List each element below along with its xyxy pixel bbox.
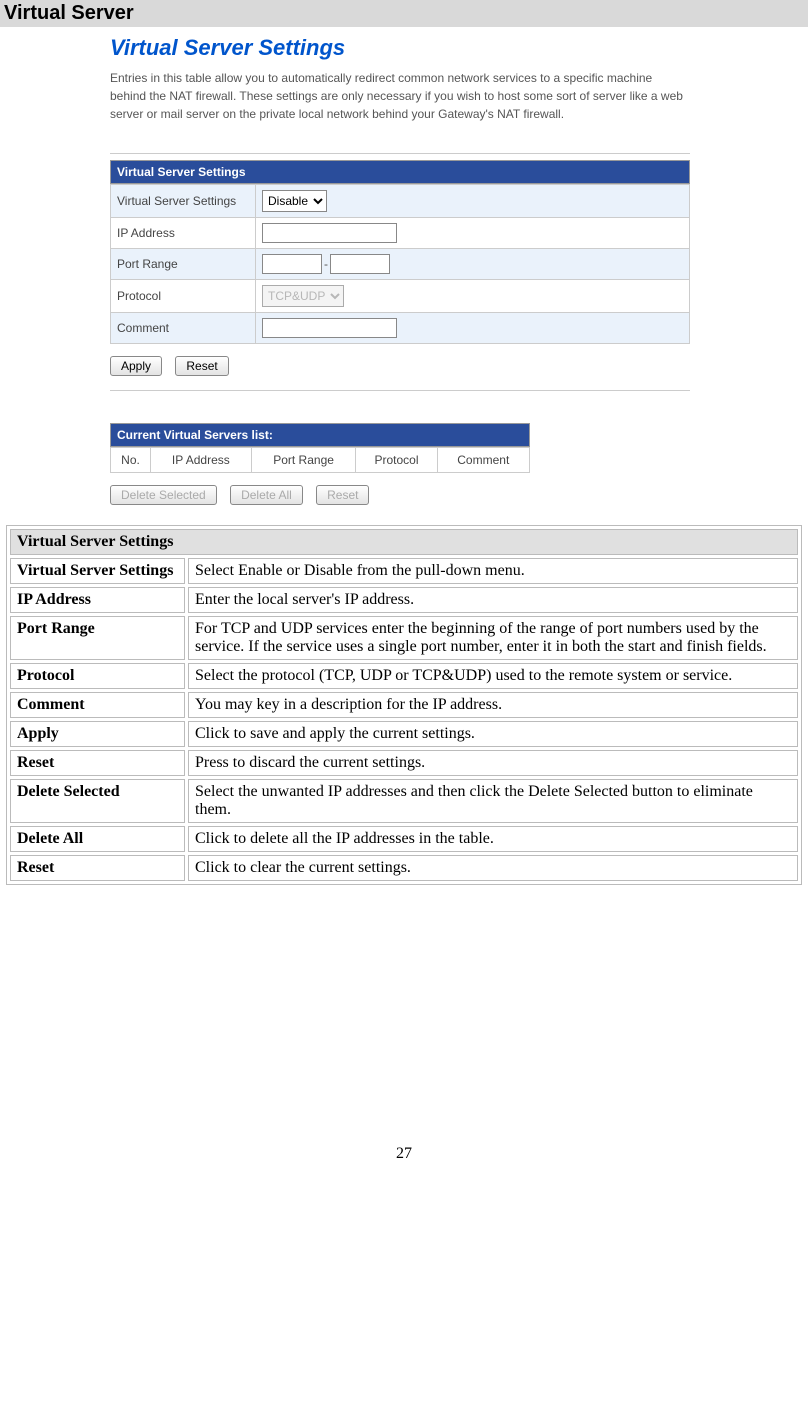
row-ip: IP Address xyxy=(111,218,690,249)
delete-selected-button[interactable]: Delete Selected xyxy=(110,485,217,505)
row-comment: Comment xyxy=(111,313,690,344)
label-comment: Comment xyxy=(111,313,256,344)
row-vss: Virtual Server Settings Disable xyxy=(111,185,690,218)
router-page-description: Entries in this table allow you to autom… xyxy=(110,69,690,123)
definition-desc: Enter the local server's IP address. xyxy=(188,587,798,613)
col-port: Port Range xyxy=(251,448,356,473)
definition-term: Virtual Server Settings xyxy=(10,558,185,584)
definition-term: Delete Selected xyxy=(10,779,185,823)
cell-port-value: - xyxy=(256,249,690,280)
label-port: Port Range xyxy=(111,249,256,280)
definition-desc: Click to save and apply the current sett… xyxy=(188,721,798,747)
row-proto: Protocol TCP&UDP xyxy=(111,280,690,313)
definition-term: Apply xyxy=(10,721,185,747)
col-proto: Protocol xyxy=(356,448,437,473)
definitions-table-wrapper: Virtual Server Settings Virtual Server S… xyxy=(0,525,808,885)
virtual-server-select[interactable]: Disable xyxy=(262,190,327,212)
list-header-row: No. IP Address Port Range Protocol Comme… xyxy=(111,448,530,473)
settings-button-row: Apply Reset xyxy=(110,356,690,376)
protocol-select[interactable]: TCP&UDP xyxy=(262,285,344,307)
port-start-input[interactable] xyxy=(262,254,322,274)
comment-input[interactable] xyxy=(262,318,397,338)
label-proto: Protocol xyxy=(111,280,256,313)
definition-desc: Press to discard the current settings. xyxy=(188,750,798,776)
label-ip: IP Address xyxy=(111,218,256,249)
definitions-row: ProtocolSelect the protocol (TCP, UDP or… xyxy=(10,663,798,689)
list-button-row: Delete Selected Delete All Reset xyxy=(110,485,690,505)
page-heading: Virtual Server xyxy=(0,0,808,27)
definition-desc: For TCP and UDP services enter the begin… xyxy=(188,616,798,660)
definition-desc: You may key in a description for the IP … xyxy=(188,692,798,718)
definitions-row: ResetClick to clear the current settings… xyxy=(10,855,798,881)
definition-desc: Click to delete all the IP addresses in … xyxy=(188,826,798,852)
definition-term: Reset xyxy=(10,855,185,881)
reset-button[interactable]: Reset xyxy=(175,356,228,376)
ip-address-input[interactable] xyxy=(262,223,397,243)
cell-proto-value: TCP&UDP xyxy=(256,280,690,313)
col-ip: IP Address xyxy=(151,448,252,473)
definitions-row: Delete AllClick to delete all the IP add… xyxy=(10,826,798,852)
settings-section-header: Virtual Server Settings xyxy=(110,160,690,184)
definition-term: Port Range xyxy=(10,616,185,660)
list-section-header: Current Virtual Servers list: xyxy=(110,423,530,447)
delete-all-button[interactable]: Delete All xyxy=(230,485,303,505)
divider xyxy=(110,153,690,154)
label-vss: Virtual Server Settings xyxy=(111,185,256,218)
definition-term: Protocol xyxy=(10,663,185,689)
page-number: 27 xyxy=(0,1145,808,1173)
col-comment: Comment xyxy=(437,448,529,473)
definitions-row: Delete SelectedSelect the unwanted IP ad… xyxy=(10,779,798,823)
port-dash: - xyxy=(324,257,328,271)
definition-desc: Select Enable or Disable from the pull-d… xyxy=(188,558,798,584)
definition-term: Delete All xyxy=(10,826,185,852)
definition-term: IP Address xyxy=(10,587,185,613)
definitions-row: CommentYou may key in a description for … xyxy=(10,692,798,718)
definition-term: Reset xyxy=(10,750,185,776)
definitions-row: ApplyClick to save and apply the current… xyxy=(10,721,798,747)
definitions-header-row: Virtual Server Settings xyxy=(10,529,798,555)
row-port: Port Range - xyxy=(111,249,690,280)
divider xyxy=(110,390,690,391)
definition-desc: Select the protocol (TCP, UDP or TCP&UDP… xyxy=(188,663,798,689)
cell-comment-value xyxy=(256,313,690,344)
definitions-header: Virtual Server Settings xyxy=(10,529,798,555)
apply-button[interactable]: Apply xyxy=(110,356,162,376)
definitions-row: Port RangeFor TCP and UDP services enter… xyxy=(10,616,798,660)
virtual-servers-list-table: No. IP Address Port Range Protocol Comme… xyxy=(110,447,530,473)
cell-ip-value xyxy=(256,218,690,249)
definition-term: Comment xyxy=(10,692,185,718)
definitions-row: IP AddressEnter the local server's IP ad… xyxy=(10,587,798,613)
settings-form-table: Virtual Server Settings Disable IP Addre… xyxy=(110,184,690,344)
cell-vss-value: Disable xyxy=(256,185,690,218)
col-no: No. xyxy=(111,448,151,473)
router-page-title: Virtual Server Settings xyxy=(110,35,690,61)
definitions-table: Virtual Server Settings Virtual Server S… xyxy=(6,525,802,885)
port-end-input[interactable] xyxy=(330,254,390,274)
definition-desc: Select the unwanted IP addresses and the… xyxy=(188,779,798,823)
definition-desc: Click to clear the current settings. xyxy=(188,855,798,881)
list-reset-button[interactable]: Reset xyxy=(316,485,369,505)
router-ui-screenshot: Virtual Server Settings Entries in this … xyxy=(110,35,690,505)
definitions-row: ResetPress to discard the current settin… xyxy=(10,750,798,776)
definitions-row: Virtual Server SettingsSelect Enable or … xyxy=(10,558,798,584)
